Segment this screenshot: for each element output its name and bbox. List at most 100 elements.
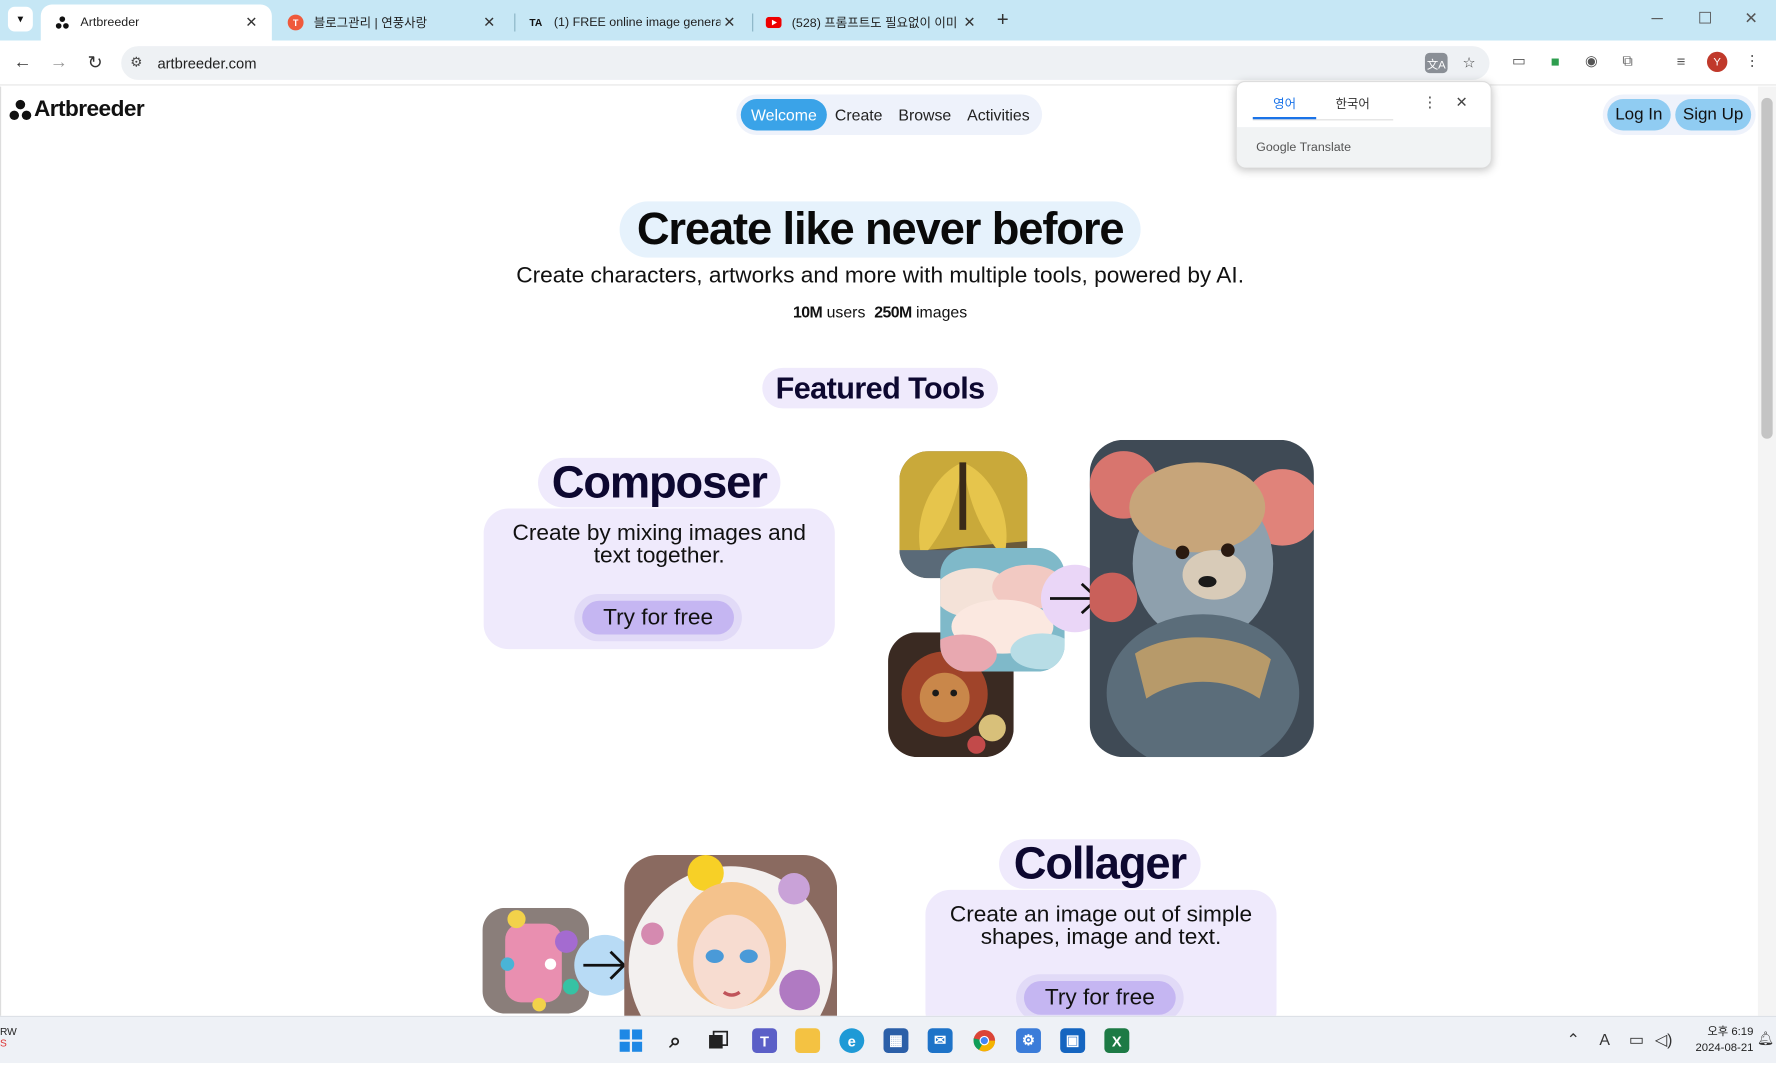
notification-bell-icon[interactable]: 🔔︎ (1757, 1031, 1774, 1047)
teams-icon[interactable]: T (752, 1028, 778, 1053)
artbreeder-favicon-icon (54, 15, 70, 31)
translate-word: Translate (1299, 140, 1352, 155)
translate-popup: 영어 한국어 ⋮ ✕ Google Translate (1235, 81, 1492, 168)
fluffy-dog-image (1089, 439, 1314, 758)
artbreeder-logo[interactable]: Artbreeder (9, 96, 145, 123)
composer-try-button[interactable]: Try for free (582, 600, 734, 635)
edge-icon[interactable]: e (839, 1028, 865, 1053)
translate-tab-line (1252, 119, 1394, 121)
vertical-scrollbar[interactable] (1757, 86, 1776, 1016)
translate-icon[interactable]: 文A (1424, 52, 1448, 74)
close-icon[interactable]: ✕ (242, 14, 260, 32)
media-control-icon[interactable]: ≡ (1671, 51, 1691, 71)
excel-icon[interactable]: X (1104, 1028, 1130, 1053)
translate-active-indicator (1252, 117, 1317, 120)
url-text[interactable]: artbreeder.com (157, 55, 256, 72)
file-explorer-icon[interactable] (795, 1028, 821, 1053)
tab-title: 블로그관리 | 연풍사랑 (313, 16, 428, 31)
images-label: images (916, 302, 968, 321)
bottom-margin (0, 1063, 1776, 1080)
composer-title: Composer (538, 457, 781, 508)
task-view-icon[interactable] (706, 1028, 731, 1053)
hero-title: Create like never before (619, 201, 1141, 258)
more-menu-icon[interactable]: ⋮ (1742, 51, 1762, 71)
settings-gear-icon[interactable]: ⚙ (1016, 1028, 1041, 1053)
youtube-favicon-icon (765, 15, 782, 31)
collager-desc-line2: shapes, image and text. (980, 924, 1222, 950)
tab-search-button[interactable]: ▾ (7, 6, 33, 32)
clock-time: 오후 6:19 (1707, 1026, 1754, 1039)
translate-close-icon[interactable]: ✕ (1456, 93, 1468, 111)
network-icon[interactable]: ▭ (1629, 1031, 1644, 1050)
nav-welcome[interactable]: Welcome (740, 99, 827, 131)
artbreeder-logo-icon (9, 99, 32, 120)
chevron-down-icon: ▾ (17, 12, 24, 26)
composer-try-wrap: Try for free (574, 594, 742, 642)
composer-description: Create by mixing images and text togethe… (484, 522, 835, 567)
translate-options-icon[interactable]: ⋮ (1423, 93, 1438, 111)
forward-arrow-icon[interactable]: → (45, 50, 72, 77)
tab-title: Artbreeder (80, 15, 140, 30)
close-icon[interactable]: ✕ (720, 14, 738, 32)
translate-source-tab[interactable]: 영어 (1273, 95, 1296, 113)
bookmark-star-icon[interactable]: ☆ (1458, 53, 1481, 73)
images-count: 250M (874, 302, 912, 321)
maximize-icon[interactable]: ☐ (1698, 9, 1712, 28)
new-tab-button[interactable]: + (997, 8, 1009, 32)
taskbar-left-widget[interactable]: RW S (0, 1026, 17, 1049)
mail-icon[interactable]: ✉ (927, 1028, 953, 1053)
cast-icon[interactable]: ▭ (1509, 51, 1529, 71)
close-icon[interactable]: ✕ (961, 14, 979, 32)
nav-browse[interactable]: Browse (890, 99, 959, 131)
camera-icon[interactable]: ◉ (1581, 51, 1601, 71)
taskbar-clock[interactable]: 오후 6:19 2024-08-21 (1685, 1025, 1753, 1057)
store-icon[interactable]: ▦ (883, 1028, 909, 1053)
stats-line: 10M users 250M images (1, 303, 1758, 321)
ime-font-icon[interactable]: A (1599, 1031, 1610, 1049)
anime-face-image (624, 855, 838, 1016)
window-close-icon[interactable]: ✕ (1744, 9, 1757, 28)
profile-avatar[interactable]: Y (1706, 51, 1728, 72)
address-bar[interactable]: ⚙ artbreeder.com 文A ☆ (121, 46, 1490, 80)
composer-card: Create by mixing images and text togethe… (483, 508, 835, 650)
extensions-puzzle-icon[interactable]: ⧉ (1617, 51, 1637, 71)
page-viewport: Artbreeder Welcome Create Browse Activit… (0, 86, 1758, 1016)
widget-text-2: S (0, 1037, 7, 1049)
nav-create[interactable]: Create (827, 99, 890, 131)
composer-desc-line1: Create by mixing images and (512, 520, 806, 546)
translate-target-tab[interactable]: 한국어 (1335, 95, 1369, 113)
search-icon[interactable]: ⌕ (663, 1028, 688, 1053)
users-label: users (826, 302, 866, 321)
back-arrow-icon[interactable]: ← (9, 50, 36, 77)
windows-taskbar: RW S ⌕ T e ▦ ✉ ⚙ ▣ X ⌃ A ▭ ◁) 오후 6:19 20… (0, 1015, 1776, 1064)
signup-button[interactable]: Sign Up (1674, 99, 1752, 131)
logo-text: Artbreeder (33, 96, 145, 122)
collager-desc-line1: Create an image out of simple (949, 902, 1253, 927)
volume-icon[interactable]: ◁) (1655, 1031, 1672, 1050)
windows-start-icon[interactable] (618, 1028, 643, 1053)
chrome-icon[interactable] (972, 1028, 997, 1053)
tab-title: (1) FREE online image generat (553, 15, 721, 30)
collage-shapes-image (482, 907, 590, 1014)
extension-green-icon[interactable]: ■ (1545, 51, 1565, 71)
site-info-icon[interactable]: ⚙ (130, 54, 142, 70)
tab-free-image-generator[interactable]: TA (1) FREE online image generat ✕ (514, 5, 750, 41)
tistory-favicon-icon: T (287, 14, 304, 31)
tab-strip: ▾ Artbreeder ✕ T 블로그관리 | 연풍사랑 ✕ TA (1) F… (0, 0, 1776, 41)
scrollbar-thumb[interactable] (1761, 97, 1773, 439)
collager-try-button[interactable]: Try for free (1023, 981, 1176, 1015)
app-window-icon[interactable]: ▣ (1060, 1028, 1086, 1053)
minimize-icon[interactable]: ─ (1651, 9, 1662, 27)
collager-description: Create an image out of simple shapes, im… (925, 903, 1276, 948)
tab-youtube[interactable]: (528) 프롬프트도 필요없이 이미 ✕ (752, 5, 990, 41)
screen: ▾ Artbreeder ✕ T 블로그관리 | 연풍사랑 ✕ TA (1) F… (0, 0, 1776, 1080)
tab-blog-admin[interactable]: T 블로그관리 | 연풍사랑 ✕ (274, 5, 510, 41)
reload-icon[interactable]: ↻ (82, 50, 109, 77)
tray-overflow-icon[interactable]: ⌃ (1567, 1031, 1580, 1050)
tab-artbreeder[interactable]: Artbreeder ✕ (40, 4, 272, 41)
nav-activities[interactable]: Activities (959, 99, 1037, 131)
widget-text-1: RW (0, 1026, 17, 1038)
translate-footer: Google Translate (1236, 127, 1491, 168)
login-button[interactable]: Log In (1607, 99, 1671, 131)
close-icon[interactable]: ✕ (480, 14, 498, 32)
